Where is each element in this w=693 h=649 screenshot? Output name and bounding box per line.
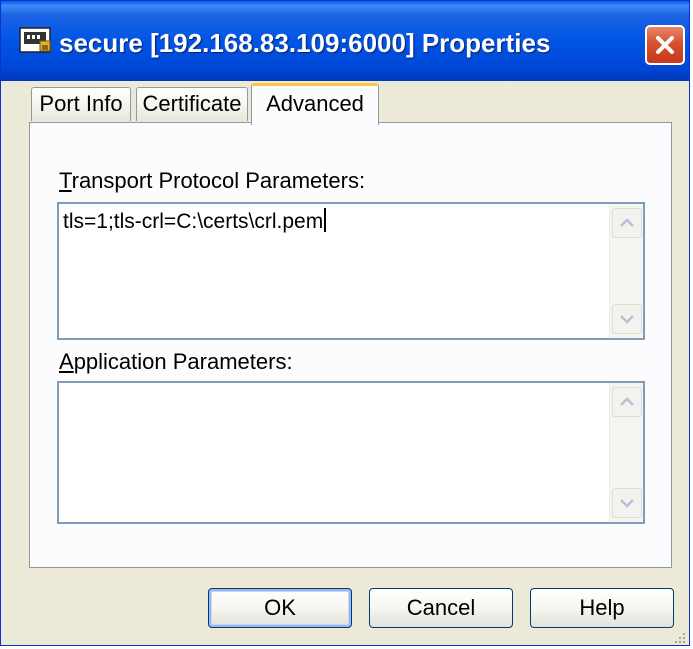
- transport-params-label: Transport Protocol Parameters:: [59, 168, 365, 194]
- transport-label-text: ransport Protocol Parameters:: [71, 168, 366, 193]
- scroll-down-button[interactable]: [612, 488, 642, 518]
- transport-label-hotkey: T: [59, 168, 72, 193]
- tab-label: Advanced: [266, 91, 364, 116]
- properties-dialog: secure [192.168.83.109:6000] Properties …: [0, 0, 690, 646]
- application-params-scrollbar[interactable]: [609, 383, 643, 522]
- transport-params-text: tls=1;tls-crl=C:\certs\crl.pem: [63, 210, 324, 233]
- application-label-text: pplication Parameters:: [73, 349, 293, 374]
- dialog-body: Port Info Certificate Advanced Transport…: [1, 81, 689, 645]
- transport-params-value: tls=1;tls-crl=C:\certs\crl.pem: [63, 208, 327, 234]
- close-icon: [656, 36, 674, 54]
- advanced-tab-panel: Transport Protocol Parameters: tls=1;tls…: [29, 122, 672, 568]
- help-button[interactable]: Help: [530, 588, 674, 628]
- scroll-up-button[interactable]: [612, 208, 642, 238]
- scroll-down-button[interactable]: [612, 304, 642, 334]
- chevron-down-icon: [620, 315, 634, 324]
- resize-grip-icon[interactable]: [671, 629, 687, 645]
- chevron-up-icon: [620, 218, 634, 227]
- network-port-icon: [19, 27, 51, 53]
- tab-label: Certificate: [142, 91, 242, 116]
- tab-label: Port Info: [39, 91, 123, 116]
- cancel-button[interactable]: Cancel: [369, 588, 513, 628]
- tab-advanced[interactable]: Advanced: [251, 83, 379, 125]
- window-title: secure [192.168.83.109:6000] Properties: [59, 28, 551, 58]
- application-params-label: Application Parameters:: [59, 349, 293, 375]
- title-bar[interactable]: secure [192.168.83.109:6000] Properties: [1, 1, 689, 81]
- tab-port-info[interactable]: Port Info: [31, 87, 131, 121]
- transport-params-scrollbar[interactable]: [609, 204, 643, 338]
- text-caret: [324, 208, 327, 232]
- ok-button[interactable]: OK: [208, 588, 352, 628]
- tab-certificate[interactable]: Certificate: [136, 87, 248, 121]
- close-button[interactable]: [645, 25, 685, 65]
- application-label-hotkey: A: [59, 349, 74, 374]
- chevron-down-icon: [620, 499, 634, 508]
- chevron-up-icon: [620, 397, 634, 406]
- application-params-input[interactable]: [57, 381, 645, 524]
- scroll-up-button[interactable]: [612, 387, 642, 417]
- transport-params-input[interactable]: tls=1;tls-crl=C:\certs\crl.pem: [57, 202, 645, 340]
